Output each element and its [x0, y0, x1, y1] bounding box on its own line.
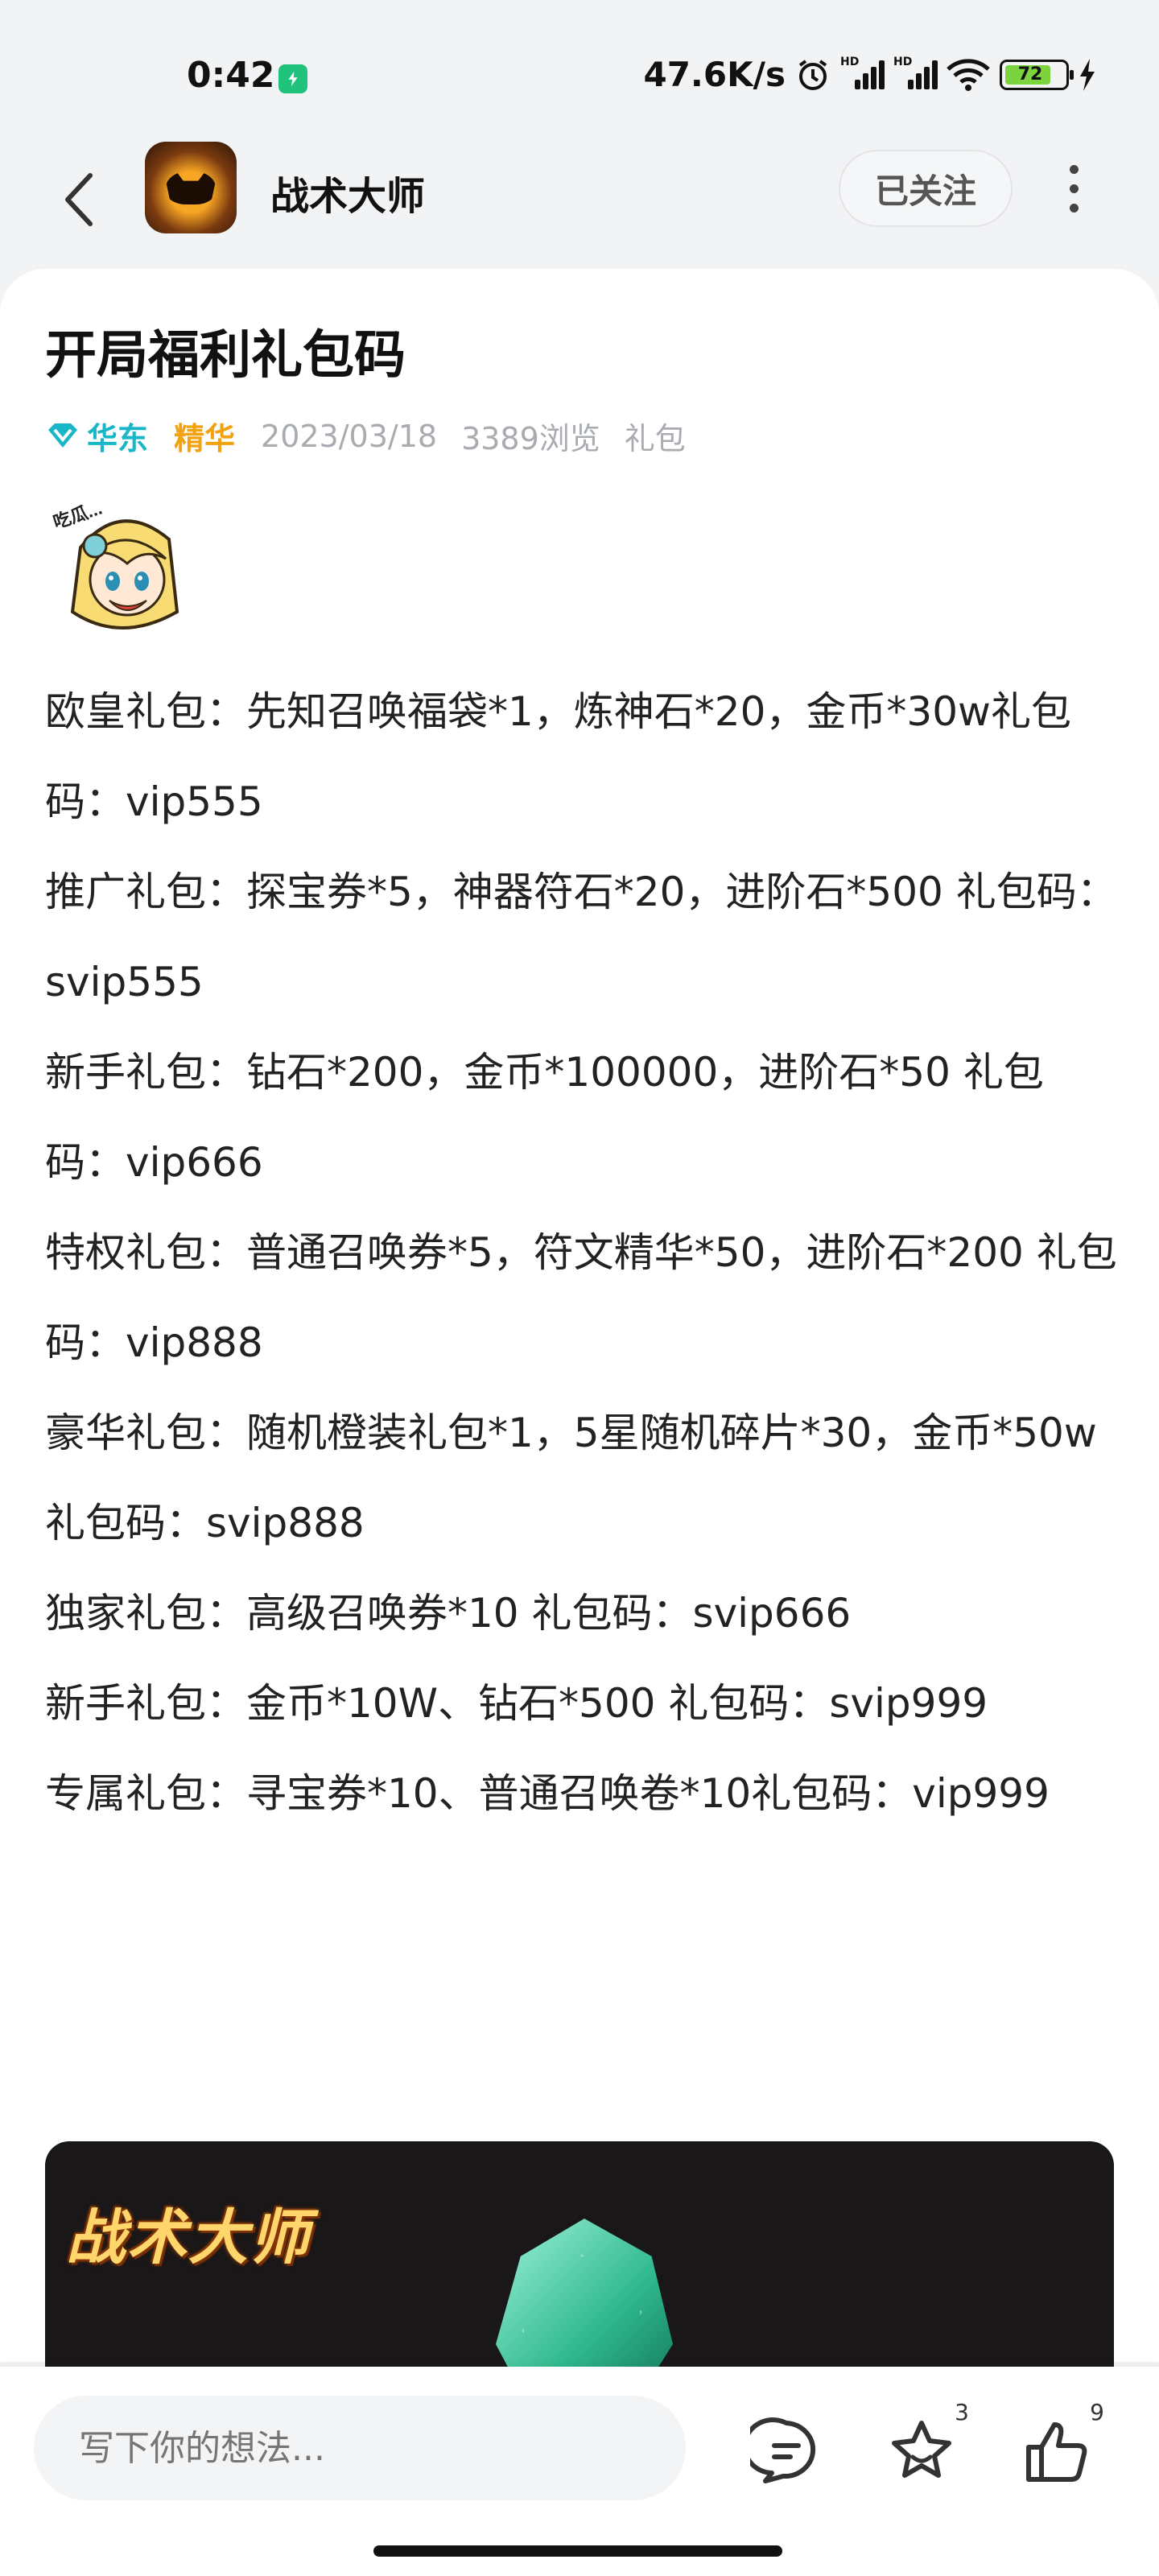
alarm-icon [798, 59, 827, 90]
comment-icon [742, 2417, 816, 2483]
gift-paragraph: 特权礼包：普通召唤券*5，符文精华*50，进阶石*200 礼包码：vip888 [45, 1229, 1117, 1366]
more-dot-icon [1069, 164, 1079, 174]
post-meta: 华东 精华 2023/03/18 3389浏览 礼包 [45, 414, 686, 458]
more-dot-icon [1069, 203, 1079, 213]
gift-paragraph: 专属礼包：寻宝券*10、普通召唤卷*10礼包码：vip999 [45, 1770, 1050, 1817]
like-count: 9 [1090, 2399, 1104, 2425]
gift-paragraph: 推广礼包：探宝券*5，神器符石*20，进阶石*500 礼包码：svip555 [45, 869, 1117, 1005]
like-button[interactable]: 9 [1021, 2399, 1104, 2487]
hd-signal-icon: HD [893, 56, 938, 91]
hd-signal-icon: HD [840, 56, 885, 91]
follow-button[interactable]: 已关注 [839, 150, 1013, 227]
comment-input[interactable] [34, 2396, 686, 2500]
view-count: 3389浏览 [461, 421, 600, 456]
gift-paragraph: 独家礼包：高级召唤券*10 礼包码：svip666 [45, 1590, 852, 1637]
banner-logo-text: 战术大师 [66, 2203, 311, 2273]
sticker-caption: 吃瓜... [51, 498, 105, 533]
favorite-button[interactable]: 3 [885, 2399, 969, 2487]
gift-paragraph: 新手礼包：钻石*200，金币*100000，进阶石*50 礼包码：vip666 [45, 1049, 1044, 1186]
gift-paragraph: 新手礼包：金币*10W、钻石*500 礼包码：svip999 [45, 1680, 988, 1727]
back-button[interactable] [60, 166, 100, 233]
battery-level: 72 [1017, 64, 1043, 85]
region-label[interactable]: 华东 [87, 414, 148, 458]
network-speed: 47.6K/s [643, 55, 786, 94]
chevron-left-icon [65, 173, 93, 226]
star-icon [892, 2421, 951, 2478]
diamond-icon [48, 423, 77, 448]
gift-paragraph: 豪华礼包：随机橙装礼包*1，5星随机碎片*30，金币*50w 礼包码：svip8… [45, 1410, 1097, 1546]
home-indicator[interactable] [373, 2545, 782, 2557]
status-right: 47.6K/s HD HD 72 [643, 55, 1096, 94]
vpn-icon [278, 64, 307, 93]
battery-icon: 72 [1000, 59, 1074, 90]
sticker-image: 吃瓜... [51, 498, 179, 630]
charging-icon [1080, 58, 1095, 91]
post-content: 欧皇礼包：先知召唤福袋*1，炼神石*20，金币*30w礼包码：vip555 推广… [45, 667, 1120, 1839]
status-time: 0:42 [187, 55, 275, 96]
thumbs-up-icon [1026, 2422, 1087, 2482]
game-icon[interactable] [145, 142, 237, 233]
more-dot-icon [1069, 184, 1079, 193]
game-banner-image[interactable]: 战术大师 [45, 2141, 1114, 2383]
post-category[interactable]: 礼包 [625, 414, 686, 458]
comment-button[interactable] [742, 2415, 823, 2487]
status-bar: 0:42 47.6K/s HD HD 72 [0, 0, 1159, 137]
essence-tag: 精华 [174, 421, 236, 456]
page-title[interactable]: 战术大师 [270, 164, 425, 221]
bottom-action-bar: 3 9 [0, 2367, 1159, 2576]
wifi-icon [947, 58, 990, 91]
post-title: 开局福利礼包码 [45, 326, 406, 386]
more-options-button[interactable] [1054, 158, 1093, 219]
post-date: 2023/03/18 [261, 418, 438, 454]
gift-paragraph: 欧皇礼包：先知召唤福袋*1，炼神石*20，金币*30w礼包码：vip555 [45, 688, 1071, 825]
favorite-count: 3 [955, 2399, 969, 2425]
